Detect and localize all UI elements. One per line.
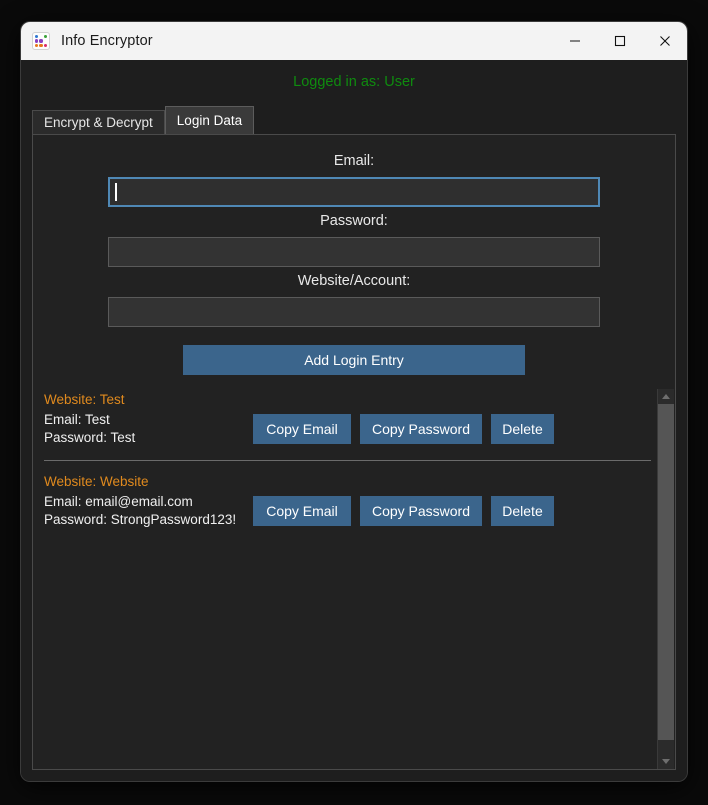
scrollbar-thumb[interactable]	[658, 404, 674, 740]
app-window: Info Encryptor Logged in as: User Encryp…	[21, 22, 687, 781]
entry-website-label: Website: Test	[44, 392, 125, 407]
website-label: Website/Account:	[297, 273, 411, 289]
delete-entry-button[interactable]: Delete	[491, 496, 554, 526]
add-login-entry-button[interactable]: Add Login Entry	[183, 345, 525, 375]
app-dots-icon	[32, 32, 50, 50]
scrollbar-track[interactable]	[658, 404, 674, 754]
website-input[interactable]	[108, 297, 600, 327]
password-input[interactable]	[108, 237, 600, 267]
window-body: Logged in as: User Encrypt & Decrypt Log…	[21, 60, 687, 781]
email-label: Email:	[333, 153, 375, 169]
entry-credentials: Email: email@email.com Password: StrongP…	[44, 493, 253, 529]
copy-password-button[interactable]: Copy Password	[360, 496, 482, 526]
entry-password-line: Password: StrongPassword123!	[44, 512, 237, 527]
close-button[interactable]	[642, 22, 687, 60]
entry-password-line: Password: Test	[44, 430, 136, 445]
window-titlebar[interactable]: Info Encryptor	[21, 22, 687, 60]
login-data-panel: Email: Password: Website/Account: Add Lo…	[32, 134, 676, 770]
tab-login-data[interactable]: Login Data	[164, 106, 255, 134]
copy-password-button[interactable]: Copy Password	[360, 414, 482, 444]
password-label: Password:	[320, 213, 388, 229]
copy-email-button[interactable]: Copy Email	[253, 496, 351, 526]
entry-list-scrollbar[interactable]	[657, 389, 674, 769]
window-title: Info Encryptor	[61, 33, 153, 49]
minimize-button[interactable]	[552, 22, 597, 60]
copy-email-button[interactable]: Copy Email	[253, 414, 351, 444]
text-caret	[115, 183, 117, 201]
entry-website-label: Website: Website	[44, 474, 149, 489]
login-status-text: Logged in as: User	[293, 74, 415, 90]
list-item: Website: Test Email: Test Password: Test…	[44, 389, 651, 461]
entry-row: Email: Test Password: Test Copy Email Co…	[44, 411, 651, 447]
email-input-wrapper	[108, 177, 600, 207]
window-controls	[552, 22, 687, 60]
entry-actions: Copy Email Copy Password Delete	[253, 414, 554, 444]
email-input[interactable]	[108, 177, 600, 207]
list-item: Website: Website Email: email@email.com …	[44, 471, 651, 529]
maximize-button[interactable]	[597, 22, 642, 60]
entry-separator	[44, 460, 651, 461]
login-entry-form: Email: Password: Website/Account: Add Lo…	[33, 135, 675, 375]
login-entry-list: Website: Test Email: Test Password: Test…	[33, 389, 675, 769]
tab-encrypt-decrypt[interactable]: Encrypt & Decrypt	[32, 110, 165, 134]
scroll-up-arrow-icon[interactable]	[658, 389, 674, 404]
entry-credentials: Email: Test Password: Test	[44, 411, 253, 447]
delete-entry-button[interactable]: Delete	[491, 414, 554, 444]
entry-row: Email: email@email.com Password: StrongP…	[44, 493, 651, 529]
tab-strip: Encrypt & Decrypt Login Data	[21, 106, 687, 134]
entry-actions: Copy Email Copy Password Delete	[253, 496, 554, 526]
scroll-down-arrow-icon[interactable]	[658, 754, 674, 769]
entry-email-line: Email: Test	[44, 412, 110, 427]
entry-email-line: Email: email@email.com	[44, 494, 193, 509]
